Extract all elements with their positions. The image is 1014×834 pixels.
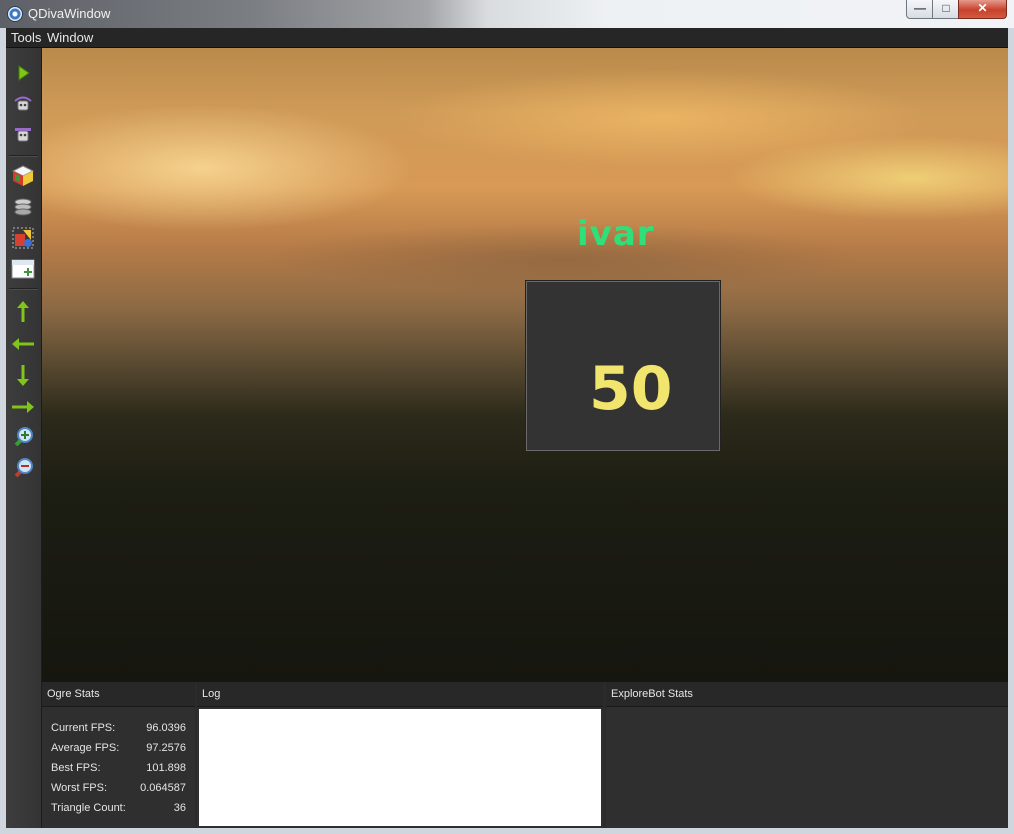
move-down-button[interactable]: [11, 363, 35, 387]
menu-window[interactable]: Window: [47, 30, 93, 45]
maximize-button[interactable]: □: [932, 0, 960, 19]
app-icon: [7, 6, 23, 22]
minimize-icon: —: [914, 1, 926, 15]
play-icon: [18, 65, 30, 81]
stat-row-current-fps: Current FPS: 96.0396: [42, 718, 195, 738]
render-viewport[interactable]: ivar 50: [42, 48, 1008, 682]
move-right-button[interactable]: [11, 395, 35, 419]
arrow-left-icon: [12, 338, 34, 350]
left-toolbar: [6, 48, 42, 828]
main-window: Tools Window ivar 50 Ogre Stats Current …: [6, 28, 1008, 828]
zoom-out-button[interactable]: [11, 457, 35, 481]
run-button[interactable]: [11, 61, 35, 85]
ogre-stats-header: Ogre Stats: [42, 682, 195, 707]
stat-value: 101.898: [146, 762, 186, 774]
stat-value: 36: [173, 802, 186, 814]
stat-label: Best FPS:: [51, 762, 101, 774]
stack-button[interactable]: [11, 195, 35, 219]
close-button[interactable]: ✕: [958, 0, 1007, 19]
log-panel: Log: [197, 682, 603, 828]
stat-label: Average FPS:: [51, 742, 120, 754]
stat-row-best-fps: Best FPS: 101.898: [42, 758, 195, 778]
color-cube-icon: [11, 165, 35, 186]
log-header: Log: [197, 682, 603, 707]
bot-name-label: ivar: [577, 214, 655, 254]
stat-value: 96.0396: [146, 722, 186, 734]
shapes-image-icon: [12, 227, 34, 249]
color-cube-button[interactable]: [11, 164, 35, 188]
stat-row-triangle-count: Triangle Count: 36: [42, 798, 195, 818]
stat-row-average-fps: Average FPS: 97.2576: [42, 738, 195, 758]
toolbar-separator: [9, 288, 38, 290]
robot-refresh-icon: [14, 96, 32, 111]
stat-label: Current FPS:: [51, 722, 116, 734]
move-up-button[interactable]: [11, 300, 35, 324]
stat-row-worst-fps: Worst FPS: 0.064587: [42, 778, 195, 798]
stat-label: Worst FPS:: [51, 782, 108, 794]
stat-value: 0.064587: [140, 782, 186, 794]
move-left-button[interactable]: [11, 332, 35, 356]
ogre-stats-title: Ogre Stats: [47, 688, 100, 700]
stat-label: Triangle Count:: [51, 802, 126, 814]
menu-tools[interactable]: Tools: [11, 30, 41, 45]
robot-button[interactable]: [11, 123, 35, 147]
arrow-right-icon: [12, 401, 34, 413]
minimize-button[interactable]: —: [906, 0, 934, 19]
stat-value: 97.2576: [146, 742, 186, 754]
zoom-in-button[interactable]: [11, 426, 35, 450]
window-title: QDivaWindow: [28, 6, 111, 21]
bot-billboard[interactable]: 50: [526, 281, 720, 451]
close-icon: ✕: [977, 1, 988, 15]
menu-bar: Tools Window: [6, 28, 1008, 48]
ogre-stats-panel: Ogre Stats Current FPS: 96.0396 Average …: [42, 682, 195, 828]
add-panel-icon: [11, 259, 35, 279]
log-text-area[interactable]: [199, 709, 601, 826]
shapes-image-button[interactable]: [11, 226, 35, 250]
bot-value-label: 50: [589, 354, 673, 424]
explorebot-stats-title: ExploreBot Stats: [611, 688, 693, 700]
stack-icon: [14, 198, 32, 216]
robot-icon: [15, 128, 31, 142]
title-bar: QDivaWindow — □ ✕: [0, 0, 1014, 28]
maximize-icon: □: [942, 1, 950, 15]
robot-refresh-button[interactable]: [11, 92, 35, 116]
arrow-up-icon: [17, 301, 29, 322]
zoom-out-icon: [14, 458, 33, 478]
arrow-down-icon: [17, 365, 29, 386]
explorebot-stats-header: ExploreBot Stats: [606, 682, 1008, 707]
log-title: Log: [202, 688, 221, 700]
explorebot-stats-panel: ExploreBot Stats: [606, 682, 1008, 828]
add-panel-button[interactable]: [11, 257, 35, 281]
zoom-in-icon: [14, 427, 33, 447]
toolbar-separator: [9, 155, 38, 157]
